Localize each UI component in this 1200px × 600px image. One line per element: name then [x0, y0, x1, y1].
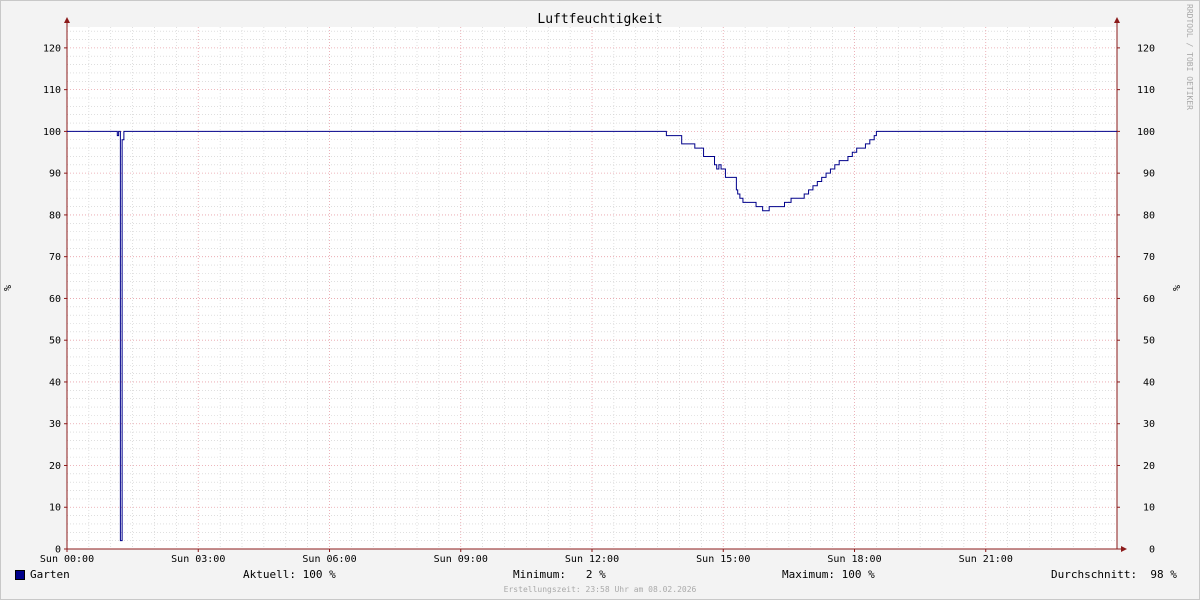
y-tick-label-right: 110 [1137, 85, 1155, 96]
legend-minimum: Minimum: 2 % [513, 568, 606, 581]
legend-maximum-label: Maximum: [782, 568, 835, 581]
legend-color-swatch [15, 570, 25, 580]
x-tick-label: Sun 09:00 [434, 554, 488, 565]
legend-average-value: 98 % [1143, 568, 1177, 581]
legend-minimum-value: 2 % [572, 568, 606, 581]
y-tick-label-left: 10 [49, 503, 61, 514]
rrdtool-watermark: RRDTOOL / TOBI OETIKER [1185, 4, 1194, 110]
x-tick-label: Sun 12:00 [565, 554, 619, 565]
y-tick-label-right: 0 [1149, 545, 1155, 556]
legend-current-label: Aktuell: [243, 568, 296, 581]
y-tick-label-right: 90 [1143, 169, 1155, 180]
y-tick-label-right: 70 [1143, 252, 1155, 263]
y-tick-label-right: 10 [1143, 503, 1155, 514]
y-axis-label-left: % [3, 285, 14, 291]
x-tick-label: Sun 06:00 [302, 554, 356, 565]
chart-title: Luftfeuchtigkeit [537, 12, 662, 27]
y-tick-label-left: 70 [49, 252, 61, 263]
y-tick-label-right: 40 [1143, 377, 1155, 388]
y-axis-arrow-left [64, 17, 70, 23]
y-tick-label-left: 40 [49, 377, 61, 388]
legend-maximum-value: 100 % [841, 568, 875, 581]
y-tick-label-right: 80 [1143, 210, 1155, 221]
y-tick-label-left: 80 [49, 210, 61, 221]
y-tick-label-left: 20 [49, 461, 61, 472]
x-tick-label: Sun 00:00 [40, 554, 94, 565]
y-tick-label-left: 100 [43, 127, 61, 138]
y-axis-label-right: % [1172, 285, 1183, 291]
y-tick-label-left: 60 [49, 294, 61, 305]
x-axis-arrow [1121, 546, 1127, 552]
y-tick-label-right: 30 [1143, 419, 1155, 430]
legend-average-label: Durchschnitt: [1051, 568, 1138, 581]
y-tick-label-right: 120 [1137, 43, 1155, 54]
legend-minimum-label: Minimum: [513, 568, 566, 581]
x-tick-label: Sun 18:00 [827, 554, 881, 565]
y-tick-label-left: 110 [43, 85, 61, 96]
y-axis-arrow-right [1114, 17, 1120, 23]
legend-current-value: 100 % [302, 568, 336, 581]
y-tick-label-right: 50 [1143, 336, 1155, 347]
y-tick-label-right: 60 [1143, 294, 1155, 305]
y-tick-label-right: 20 [1143, 461, 1155, 472]
y-tick-label-left: 90 [49, 169, 61, 180]
y-tick-label-right: 100 [1137, 127, 1155, 138]
legend-average: Durchschnitt: 98 % [1051, 568, 1177, 581]
legend-maximum: Maximum: 100 % [782, 568, 875, 581]
legend-series-name: Garten [30, 568, 70, 581]
y-tick-label-left: 120 [43, 43, 61, 54]
x-tick-label: Sun 03:00 [171, 554, 225, 565]
chart: 0 010 1020 2030 3040 4050 5060 6070 7080 8090 9010… [3, 12, 1183, 565]
x-tick-label: Sun 15:00 [696, 554, 750, 565]
legend-current: Aktuell: 100 % [243, 568, 336, 581]
creation-time-note: Erstellungszeit: 23:58 Uhr am 08.02.2026 [503, 585, 697, 594]
y-tick-label-left: 30 [49, 419, 61, 430]
y-tick-label-left: 50 [49, 336, 61, 347]
x-tick-label: Sun 21:00 [959, 554, 1013, 565]
